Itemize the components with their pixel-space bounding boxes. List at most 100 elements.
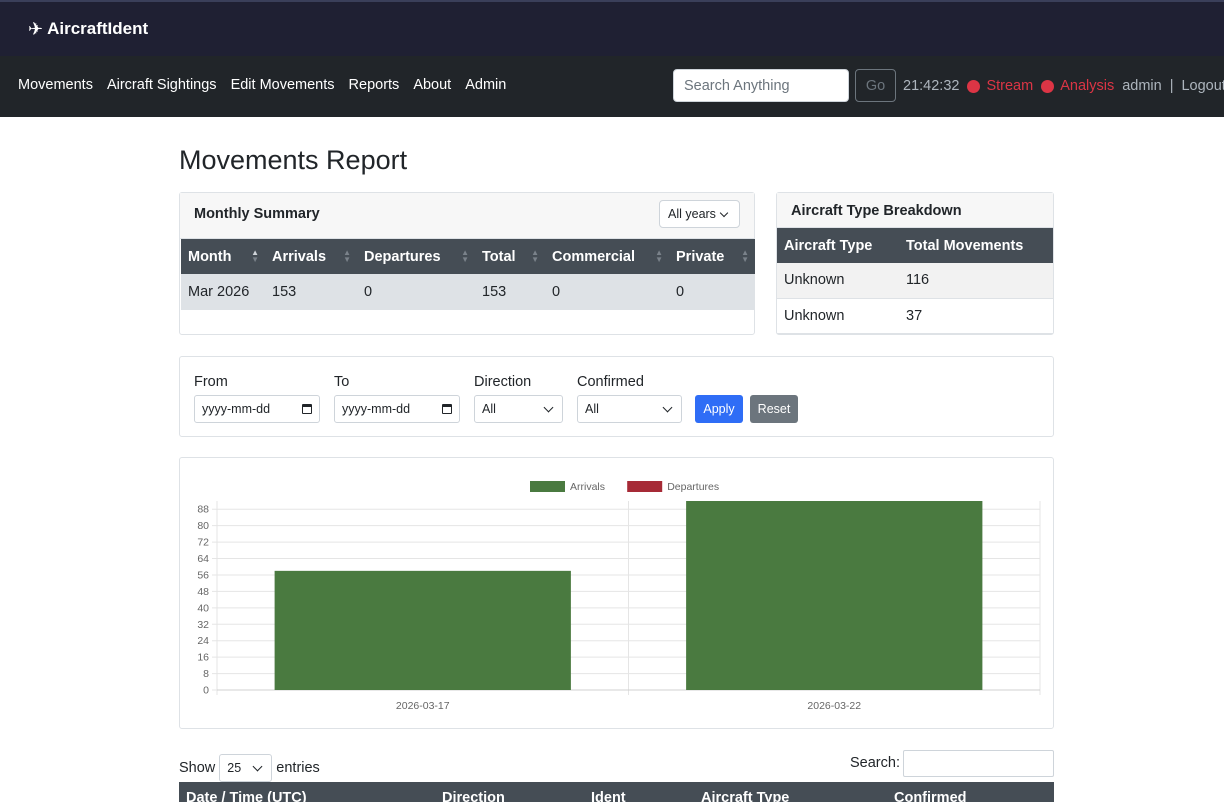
- x-tick-label: 2026-03-17: [396, 700, 450, 712]
- column-header-aircraft-type: Aircraft Type: [777, 228, 899, 263]
- cell-private: 0: [669, 274, 755, 310]
- from-date-input[interactable]: yyyy-mm-dd: [194, 395, 320, 423]
- from-date-placeholder: yyyy-mm-dd: [202, 402, 271, 416]
- column-header-direction[interactable]: Direction: [442, 790, 505, 802]
- monthly-summary-card: Monthly Summary All years Month ▲ ▼ Arriva…: [179, 192, 755, 335]
- nav-link-about[interactable]: About: [413, 77, 451, 93]
- nav-link-admin[interactable]: Admin: [465, 77, 506, 93]
- table-search-label: Search:: [850, 755, 900, 771]
- sort-icon: ▲ ▼: [531, 248, 539, 264]
- direction-value: All: [482, 402, 496, 416]
- nav-link-movements[interactable]: Movements: [18, 77, 93, 93]
- y-tick-label: 40: [197, 602, 209, 614]
- nav-link-reports[interactable]: Reports: [349, 77, 400, 93]
- column-header-total[interactable]: Total ▲ ▼: [475, 239, 545, 274]
- monthly-summary-table: Month ▲ ▼ Arrivals ▲ ▼ Departures ▲ ▼ Total ▲ ▼ …: [181, 239, 755, 310]
- y-tick-label: 56: [197, 569, 209, 581]
- legend-swatch: [627, 481, 663, 492]
- movements-chart-card: 0 8 16 24 32 40 48 56 64 72 80 88 2026-03-17 2026-03-…: [179, 457, 1054, 729]
- cell-aircraft-type: Unknown: [777, 298, 899, 334]
- sort-icon: ▲ ▼: [655, 248, 663, 264]
- to-date-placeholder: yyyy-mm-dd: [342, 402, 411, 416]
- column-header-confirmed[interactable]: Confirmed: [894, 790, 967, 802]
- confirmed-value: All: [585, 402, 599, 416]
- bar-arrivals: [686, 501, 983, 690]
- y-tick-label: 64: [197, 553, 209, 565]
- confirmed-label: Confirmed: [577, 374, 644, 390]
- to-date-input[interactable]: yyyy-mm-dd: [334, 395, 460, 423]
- table-row: Unknown 116: [777, 263, 1053, 299]
- column-header-private[interactable]: Private ▲ ▼: [669, 239, 755, 274]
- chevron-down-icon: [543, 402, 554, 412]
- column-header-departures[interactable]: Departures ▲ ▼: [357, 239, 475, 274]
- cell-month: Mar 2026: [181, 274, 265, 310]
- column-header-ident[interactable]: Ident: [591, 790, 626, 802]
- chevron-down-icon: [719, 208, 729, 217]
- movements-bar-chart: 0 8 16 24 32 40 48 56 64 72 80 88 2026-03-17 2026-03-…: [197, 481, 1041, 712]
- calendar-icon[interactable]: [302, 404, 312, 414]
- confirmed-select[interactable]: All: [577, 395, 682, 423]
- column-header-total-movements: Total Movements: [899, 228, 1053, 263]
- y-tick-label: 16: [197, 652, 209, 664]
- brand-bar: ✈ AircraftIdent: [0, 0, 1224, 56]
- cell-departures: 0: [357, 274, 475, 310]
- cell-total: 153: [475, 274, 545, 310]
- y-tick-label: 0: [203, 685, 209, 697]
- nav-links: Movements Aircraft Sightings Edit Moveme…: [18, 77, 506, 93]
- breakdown-header: Aircraft Type Breakdown: [777, 193, 1053, 228]
- entries-per-page-select[interactable]: 25: [219, 754, 273, 782]
- entries-count: 25: [227, 761, 242, 775]
- legend-label: Arrivals: [570, 481, 605, 493]
- sort-icon: ▲ ▼: [741, 248, 749, 264]
- breakdown-table: Aircraft Type Total Movements Unknown 11…: [777, 228, 1053, 334]
- column-header-date-time[interactable]: Date / Time (UTC): [186, 790, 307, 802]
- sort-icon: ▲ ▼: [343, 248, 351, 264]
- y-tick-label: 32: [197, 619, 209, 631]
- cell-arrivals: 153: [265, 274, 357, 310]
- cell-total-movements: 37: [899, 298, 1053, 334]
- column-header-commercial[interactable]: Commercial ▲ ▼: [545, 239, 669, 274]
- y-tick-label: 8: [203, 668, 209, 680]
- aircraft-type-breakdown-card: Aircraft Type Breakdown Aircraft Type To…: [776, 192, 1054, 335]
- column-header-month[interactable]: Month ▲ ▼: [181, 239, 265, 274]
- show-label: Show: [179, 760, 216, 776]
- y-tick-label: 80: [197, 520, 209, 532]
- logout-link[interactable]: Logout: [1181, 78, 1224, 94]
- reset-button[interactable]: Reset: [750, 395, 798, 423]
- nav-link-edit-movements[interactable]: Edit Movements: [231, 77, 335, 93]
- analysis-status-dot: [1041, 79, 1055, 93]
- global-search-input[interactable]: [673, 69, 849, 102]
- stream-status-link[interactable]: Stream: [986, 78, 1033, 94]
- brand-name: AircraftIdent: [47, 19, 149, 38]
- clock: 21:42:32: [903, 78, 960, 94]
- user-name[interactable]: admin: [1122, 78, 1162, 94]
- year-filter-select[interactable]: All years: [659, 200, 740, 228]
- go-button[interactable]: Go: [855, 69, 896, 102]
- nav-link-aircraft-sightings[interactable]: Aircraft Sightings: [107, 77, 217, 93]
- y-tick-label: 48: [197, 586, 209, 598]
- year-filter-value: All years: [668, 207, 716, 221]
- bar-arrivals: [274, 570, 571, 690]
- calendar-icon[interactable]: [442, 404, 452, 414]
- entries-control: Show 25 entries: [179, 754, 320, 782]
- sort-icon: ▲ ▼: [251, 248, 259, 264]
- cell-commercial: 0: [545, 274, 669, 310]
- nav-status-area: 21:42:32 Stream Analysis admin | Logout: [903, 78, 1224, 94]
- chevron-down-icon: [662, 402, 673, 412]
- direction-select[interactable]: All: [474, 395, 563, 423]
- filter-card: From yyyy-mm-dd To yyyy-mm-dd Direction …: [179, 356, 1054, 437]
- analysis-status-link[interactable]: Analysis: [1060, 78, 1114, 94]
- table-search-input[interactable]: [903, 750, 1054, 777]
- nav-separator: |: [1169, 78, 1174, 94]
- monthly-summary-header: Monthly Summary All years: [180, 193, 754, 239]
- y-tick-label: 72: [197, 537, 209, 549]
- brand-link[interactable]: ✈ AircraftIdent: [28, 19, 148, 39]
- column-header-arrivals[interactable]: Arrivals ▲ ▼: [265, 239, 357, 274]
- airplane-icon: ✈: [28, 19, 44, 39]
- cell-aircraft-type: Unknown: [777, 263, 899, 299]
- y-tick-label: 24: [197, 635, 209, 647]
- column-header-aircraft-type[interactable]: Aircraft Type: [701, 790, 789, 802]
- from-label: From: [194, 374, 228, 390]
- movements-table-header: Date / Time (UTC) Direction Ident Aircra…: [179, 782, 1054, 802]
- apply-button[interactable]: Apply: [695, 395, 743, 423]
